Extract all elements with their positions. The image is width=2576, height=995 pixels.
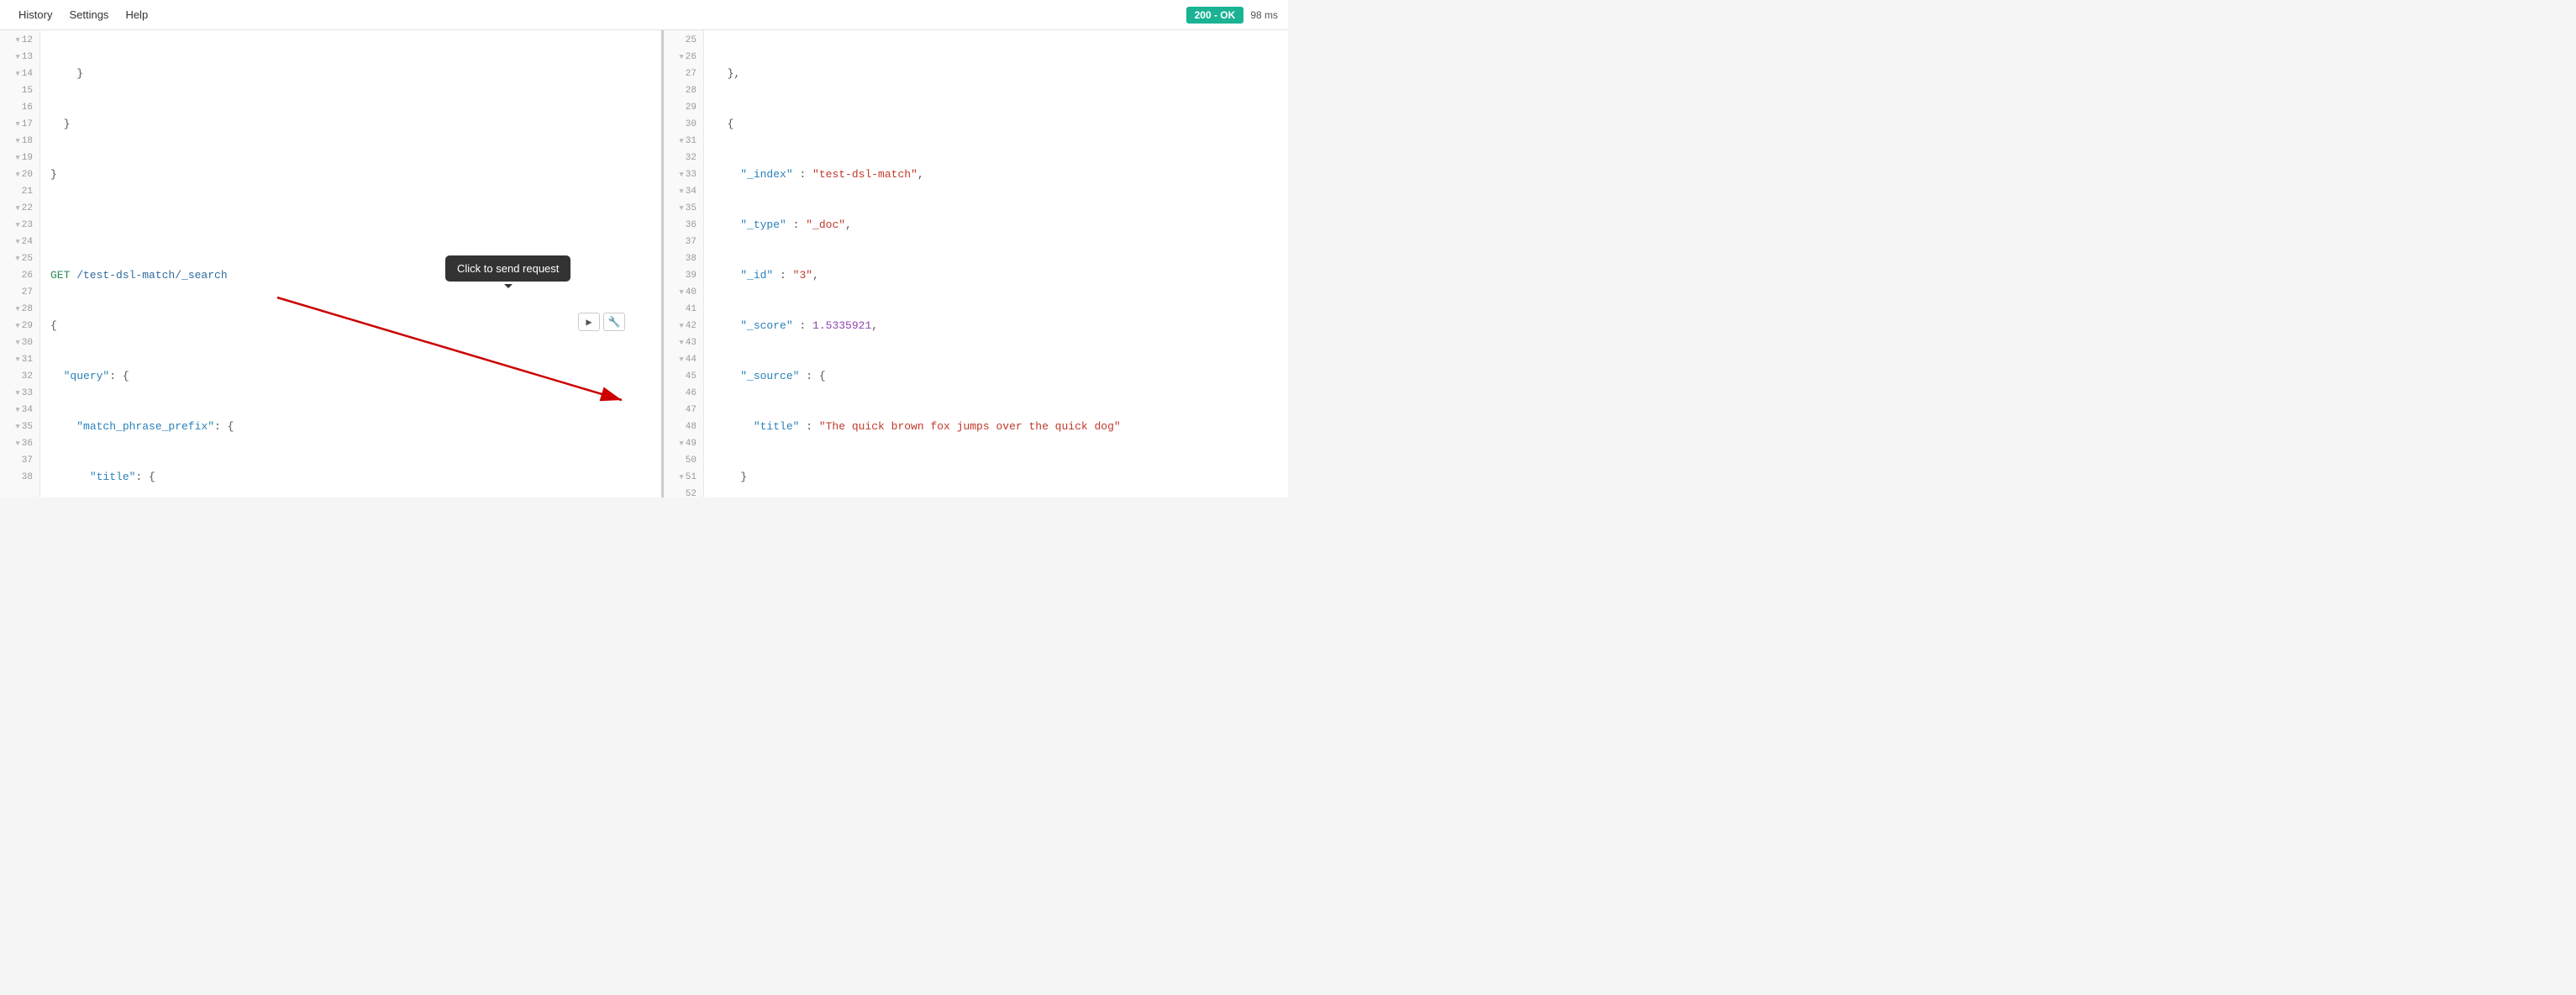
wrench-button[interactable]: 🔧 <box>603 313 625 331</box>
code-line: "title": { <box>40 469 661 486</box>
play-button[interactable]: ▶ <box>578 313 600 331</box>
code-line: } <box>704 469 1288 486</box>
menu-history[interactable]: History <box>10 5 60 24</box>
code-line: } <box>40 66 661 82</box>
code-line: { <box>704 116 1288 133</box>
code-line: "_score" : 1.5335921, <box>704 318 1288 334</box>
editor-pane[interactable]: ▼12 ▼13 ▼14 15 16 ▼17 ▼18 ▼19 ▼20 21 ▼22… <box>0 30 664 498</box>
code-line: } <box>40 166 661 183</box>
code-line: { <box>40 318 661 334</box>
code-line: "_source" : { <box>704 368 1288 385</box>
right-line-numbers: 25 ▼26 27 28 29 30 ▼31 32 ▼33 ▼34 ▼35 36… <box>664 30 704 498</box>
menu-settings[interactable]: Settings <box>60 5 117 24</box>
main-content: ▼12 ▼13 ▼14 15 16 ▼17 ▼18 ▼19 ▼20 21 ▼22… <box>0 30 1288 498</box>
right-code-area: 25 ▼26 27 28 29 30 ▼31 32 ▼33 ▼34 ▼35 36… <box>664 30 1288 498</box>
status-badge: 200 - OK 98 ms <box>1186 7 1278 24</box>
menu-bar: History Settings Help 200 - OK 98 ms <box>0 0 1288 30</box>
right-code-content: }, { "_index" : "test-dsl-match", "_type… <box>704 30 1288 498</box>
code-line: } <box>40 116 661 133</box>
status-ok: 200 - OK <box>1186 7 1244 24</box>
code-line: "match_phrase_prefix": { <box>40 419 661 435</box>
menu-help[interactable]: Help <box>117 5 156 24</box>
code-line: "title" : "The quick brown fox jumps ove… <box>704 419 1288 435</box>
action-buttons: ▶ 🔧 <box>578 313 625 331</box>
code-line: "query": { <box>40 368 661 385</box>
tooltip: Click to send request <box>445 255 570 282</box>
response-pane: 25 ▼26 27 28 29 30 ▼31 32 ▼33 ▼34 ▼35 36… <box>664 30 1288 498</box>
code-line: }, <box>704 66 1288 82</box>
code-line: "_index" : "test-dsl-match", <box>704 166 1288 183</box>
code-line <box>40 217 661 234</box>
status-time: 98 ms <box>1250 9 1278 21</box>
code-line: "_type" : "_doc", <box>704 217 1288 234</box>
code-line: "_id" : "3", <box>704 267 1288 284</box>
left-line-numbers: ▼12 ▼13 ▼14 15 16 ▼17 ▼18 ▼19 ▼20 21 ▼22… <box>0 30 40 498</box>
